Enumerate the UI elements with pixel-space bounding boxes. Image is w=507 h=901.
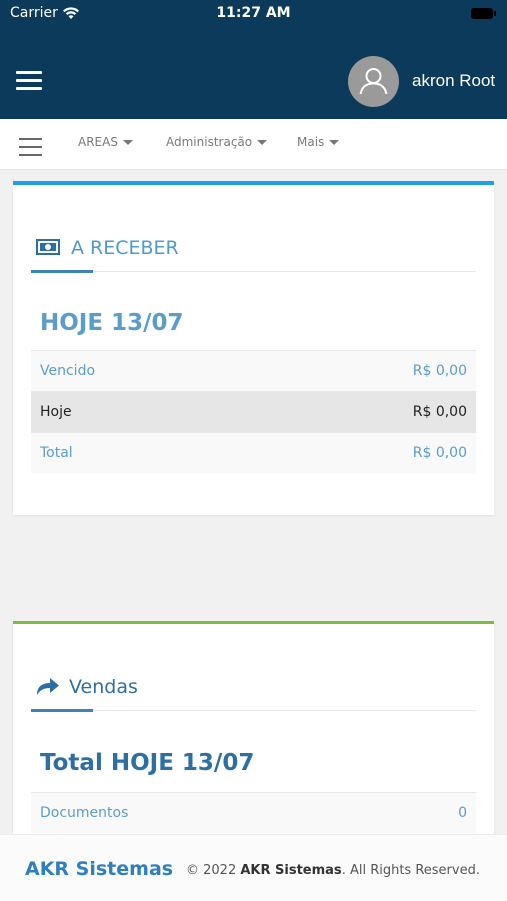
nav-item-label: AREAS	[78, 135, 118, 149]
share-arrow-icon	[37, 678, 59, 695]
caret-down-icon	[329, 140, 340, 145]
copyright-suffix: . All Rights Reserved.	[341, 863, 480, 878]
nav-item-administracao[interactable]: Administração	[166, 135, 268, 149]
header-underline	[31, 270, 93, 273]
avatar[interactable]	[348, 56, 399, 107]
copyright-company: AKR Sistemas	[240, 863, 342, 878]
header-underline	[31, 709, 93, 712]
nav-item-label: Administração	[166, 135, 253, 149]
nav-item-areas[interactable]: AREAS	[78, 135, 133, 149]
receivables-card: A RECEBER HOJE 13/07 Vencido R$ 0,00 Hoj…	[13, 181, 494, 515]
table-row[interactable]: Hoje R$ 0,00	[31, 391, 476, 432]
row-label: Total	[40, 445, 73, 461]
status-bar: Carrier 11:27 AM	[0, 0, 507, 28]
nav-item-mais[interactable]: Mais	[297, 135, 340, 149]
row-label: Hoje	[40, 404, 72, 420]
caret-down-icon	[257, 140, 268, 145]
date-heading: Total HOJE 13/07	[40, 750, 255, 776]
copyright-text: © 2022 AKR Sistemas. All Rights Reserved…	[186, 863, 480, 878]
status-time: 11:27 AM	[216, 5, 291, 21]
row-label: Documentos	[40, 805, 129, 821]
username-label[interactable]: akron Root	[412, 71, 495, 91]
row-value: R$ 0,00	[412, 445, 467, 461]
user-icon	[359, 68, 388, 95]
nav-item-label: Mais	[297, 135, 325, 149]
card-header: A RECEBER	[31, 231, 476, 273]
table-row[interactable]: Vencido R$ 0,00	[31, 350, 476, 391]
row-value: R$ 0,00	[412, 363, 467, 379]
footer-brand[interactable]: AKR Sistemas	[25, 858, 173, 880]
caret-down-icon	[122, 140, 133, 145]
card-title: Vendas	[69, 676, 138, 698]
footer: AKR Sistemas © 2022 AKR Sistemas. All Ri…	[0, 834, 507, 901]
menu-toggle-button[interactable]	[19, 138, 42, 156]
secondary-nav: AREAS Administração Mais	[0, 119, 507, 170]
row-value: R$ 0,00	[412, 404, 467, 420]
card-header: Vendas	[31, 670, 476, 712]
money-icon	[36, 239, 60, 255]
table-row[interactable]: Documentos 0	[31, 792, 476, 833]
row-label: Vencido	[40, 363, 96, 379]
receivables-table: Vencido R$ 0,00 Hoje R$ 0,00 Total R$ 0,…	[31, 350, 476, 473]
main-menu-button[interactable]	[16, 71, 42, 91]
card-title: A RECEBER	[71, 237, 179, 259]
battery-icon	[471, 8, 496, 19]
sales-table: Documentos 0	[31, 792, 476, 833]
row-value: 0	[458, 805, 467, 821]
app-header: akron Root	[0, 28, 507, 119]
date-heading: HOJE 13/07	[40, 310, 184, 336]
sales-card: Vendas Total HOJE 13/07 Documentos 0	[13, 621, 494, 864]
table-row[interactable]: Total R$ 0,00	[31, 432, 476, 473]
copyright-prefix: © 2022	[186, 863, 241, 878]
